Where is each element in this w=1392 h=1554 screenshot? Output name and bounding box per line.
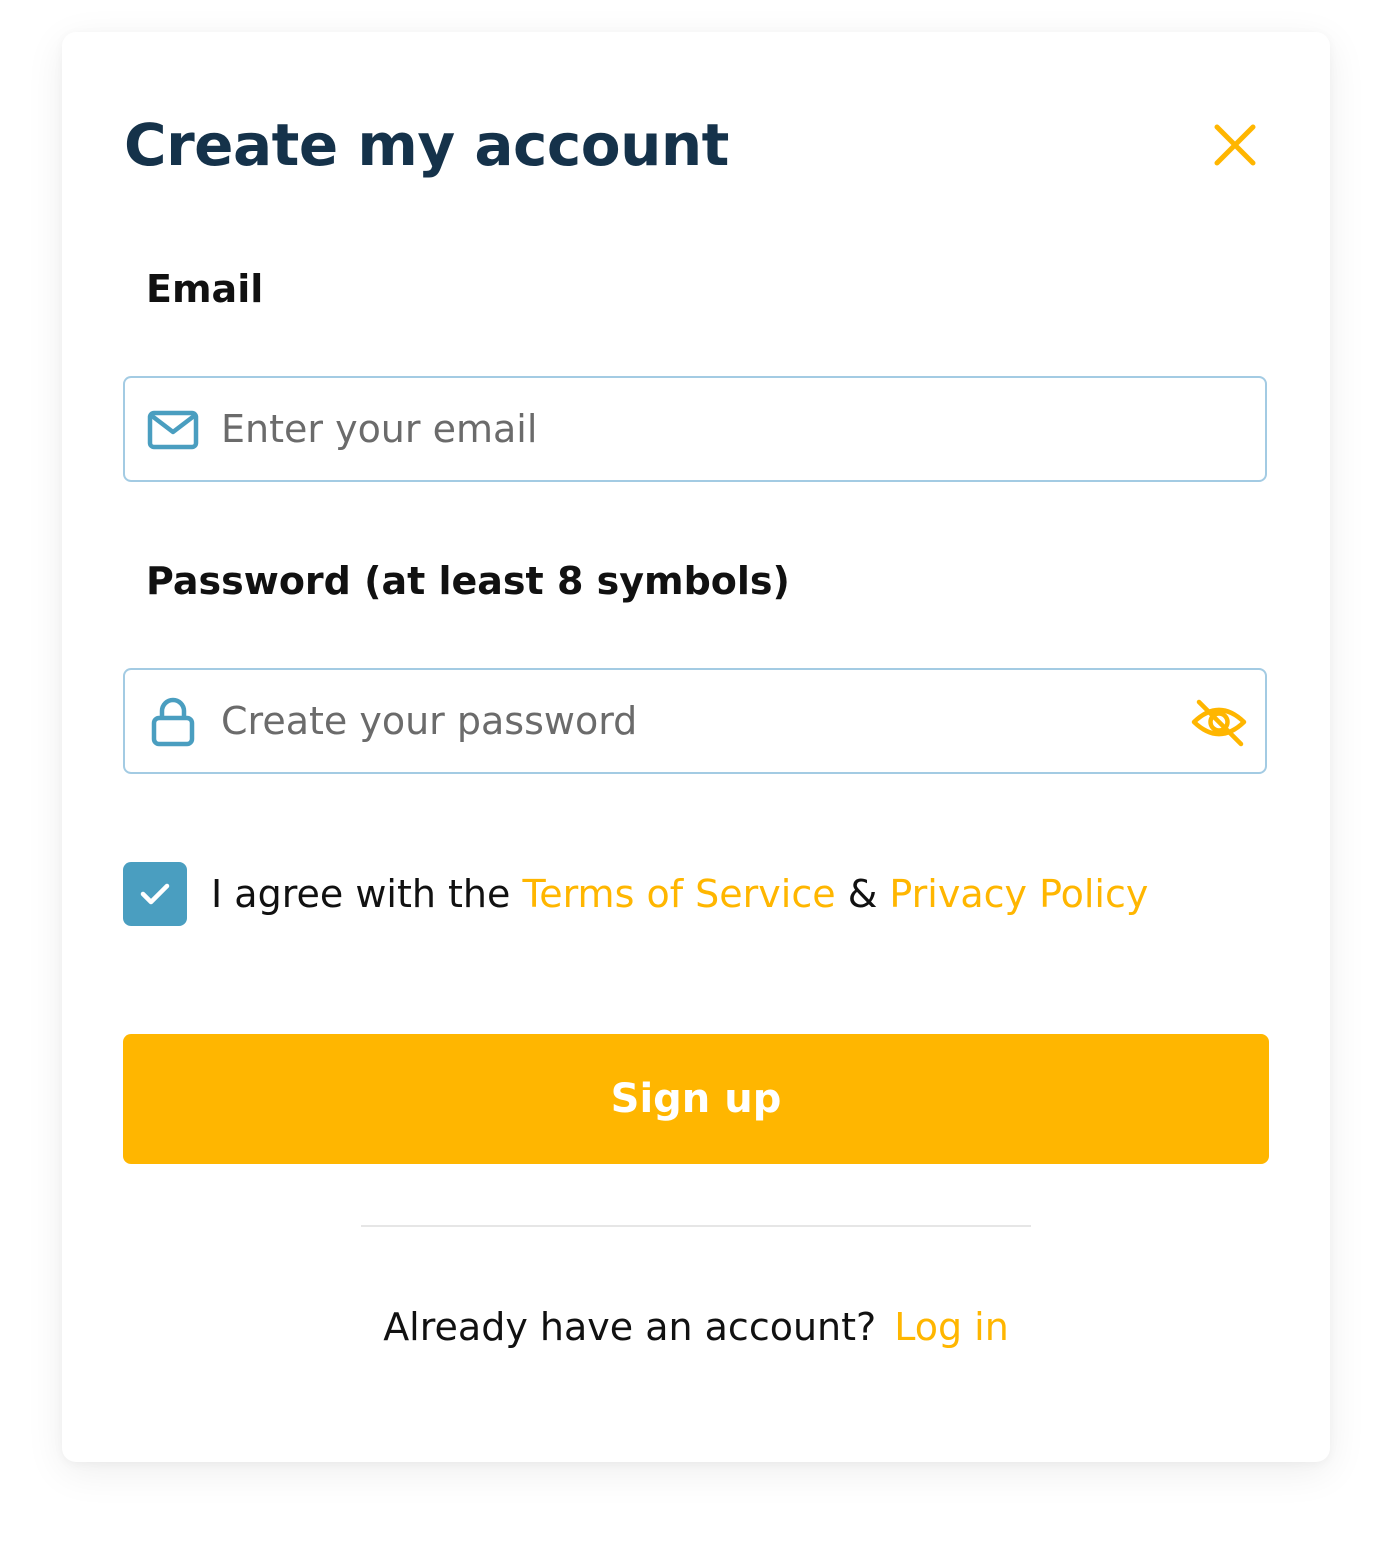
terms-of-service-link[interactable]: Terms of Service (522, 872, 835, 916)
agreement-separator: & (835, 872, 890, 916)
password-label: Password (at least 8 symbols) (146, 559, 790, 603)
login-prompt: Already have an account? Log in (62, 1302, 1330, 1352)
email-label: Email (146, 267, 264, 311)
lock-icon (151, 697, 195, 747)
password-input[interactable] (221, 670, 1181, 772)
email-input[interactable] (221, 378, 1181, 480)
agreement-prefix: I agree with the (211, 872, 523, 916)
eye-off-icon (1191, 699, 1247, 747)
terms-agreement: I agree with the Terms of Service & Priv… (123, 862, 1148, 926)
signup-dialog: Create my account Email Password (at lea… (62, 32, 1330, 1462)
close-icon (1214, 124, 1256, 166)
mail-icon (147, 410, 199, 450)
close-button[interactable] (1210, 120, 1260, 170)
log-in-link[interactable]: Log in (894, 1305, 1009, 1349)
password-visibility-toggle[interactable] (1189, 692, 1249, 752)
checkmark-icon (140, 883, 170, 905)
password-field[interactable] (123, 668, 1267, 774)
dialog-title: Create my account (124, 111, 729, 179)
email-field[interactable] (123, 376, 1267, 482)
already-have-account-text: Already have an account? (383, 1305, 877, 1349)
sign-up-button[interactable]: Sign up (123, 1034, 1269, 1164)
divider (361, 1225, 1031, 1227)
agree-checkbox[interactable] (123, 862, 187, 926)
agreement-text: I agree with the Terms of Service & Priv… (211, 872, 1148, 916)
privacy-policy-link[interactable]: Privacy Policy (889, 872, 1148, 916)
